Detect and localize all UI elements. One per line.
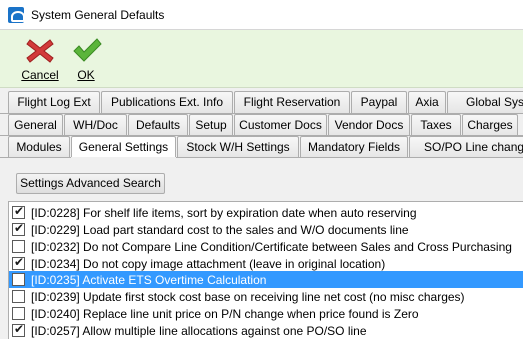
setting-label: [ID:0232] Do not Compare Line Condition/… (31, 239, 512, 254)
tab-row-3: Modules General Settings Stock W/H Setti… (0, 136, 523, 158)
setting-label: [ID:0239] Update first stock cost base o… (31, 289, 465, 304)
list-item[interactable]: [ID:0228] For shelf life items, sort by … (9, 204, 523, 221)
tab-general[interactable]: General (8, 114, 63, 136)
tab-row-1: Flight Log Ext Publications Ext. Info Fl… (0, 91, 523, 113)
list-item[interactable]: [ID:0229] Load part standard cost to the… (9, 221, 523, 238)
tab-stock-wh-settings[interactable]: Stock W/H Settings (177, 136, 299, 158)
setting-checkbox[interactable] (12, 240, 25, 253)
title-bar: System General Defaults (0, 0, 523, 30)
setting-checkbox[interactable] (12, 255, 25, 270)
tab-charges[interactable]: Charges (462, 114, 518, 136)
setting-checkbox[interactable] (12, 307, 25, 320)
tab-mandatory-fields[interactable]: Mandatory Fields (300, 136, 408, 158)
tab-customer-docs[interactable]: Customer Docs (234, 114, 327, 136)
setting-checkbox[interactable] (12, 290, 25, 303)
tab-so-po-line-changes[interactable]: SO/PO Line changes (409, 136, 523, 158)
tab-wh-doc[interactable]: WH/Doc (64, 114, 127, 136)
tab-panel-border (0, 157, 71, 158)
toolbar: Cancel OK (0, 30, 523, 88)
app-icon (8, 6, 25, 23)
setting-checkbox[interactable] (12, 204, 25, 219)
setting-label: [ID:0235] Activate ETS Overtime Calculat… (31, 272, 267, 287)
list-item[interactable]: [ID:0232] Do not Compare Line Condition/… (9, 238, 523, 255)
window-title: System General Defaults (31, 7, 165, 22)
settings-list: [ID:0228] For shelf life items, sort by … (8, 201, 523, 339)
setting-checkbox[interactable] (12, 221, 25, 236)
tab-flight-log-ext[interactable]: Flight Log Ext (8, 91, 100, 113)
tab-publications-ext-info[interactable]: Publications Ext. Info (101, 91, 233, 113)
setting-label: [ID:0240] Replace line unit price on P/N… (31, 306, 419, 321)
tab-taxes[interactable]: Taxes (411, 114, 461, 136)
ok-check-icon (73, 38, 102, 62)
tab-row-2: General WH/Doc Defaults Setup Customer D… (0, 114, 523, 136)
setting-checkbox[interactable] (12, 273, 25, 286)
tab-setup[interactable]: Setup (189, 114, 233, 136)
setting-label: [ID:0257] Allow multiple line allocation… (31, 323, 367, 338)
tab-global-system[interactable]: Global Syste (447, 91, 523, 113)
ok-button[interactable]: OK (66, 36, 106, 86)
ok-label: OK (77, 68, 95, 82)
list-item[interactable]: [ID:0257] Allow multiple line allocation… (9, 322, 523, 339)
settings-advanced-search-button[interactable]: Settings Advanced Search (16, 173, 165, 194)
list-item[interactable]: [ID:0240] Replace line unit price on P/N… (9, 305, 523, 322)
tab-modules[interactable]: Modules (8, 136, 70, 158)
tab-flight-reservation[interactable]: Flight Reservation (234, 91, 350, 113)
cancel-button[interactable]: Cancel (20, 36, 60, 86)
cancel-x-icon (26, 39, 54, 63)
list-item[interactable]: [ID:0235] Activate ETS Overtime Calculat… (9, 271, 523, 288)
tab-vendor-docs[interactable]: Vendor Docs (328, 114, 410, 136)
list-item[interactable]: [ID:0239] Update first stock cost base o… (9, 288, 523, 305)
setting-label: [ID:0229] Load part standard cost to the… (31, 222, 409, 237)
tab-defaults[interactable]: Defaults (128, 114, 188, 136)
tab-general-settings[interactable]: General Settings (71, 136, 176, 158)
tab-paypal[interactable]: Paypal (351, 91, 407, 113)
cancel-label: Cancel (21, 68, 59, 82)
setting-label: [ID:0228] For shelf life items, sort by … (31, 205, 417, 220)
tab-panel-border (176, 157, 523, 158)
list-item[interactable]: [ID:0234] Do not copy image attachment (… (9, 255, 523, 272)
tab-axia[interactable]: Axia (408, 91, 446, 113)
setting-label: [ID:0234] Do not copy image attachment (… (31, 256, 386, 271)
setting-checkbox[interactable] (12, 322, 25, 337)
